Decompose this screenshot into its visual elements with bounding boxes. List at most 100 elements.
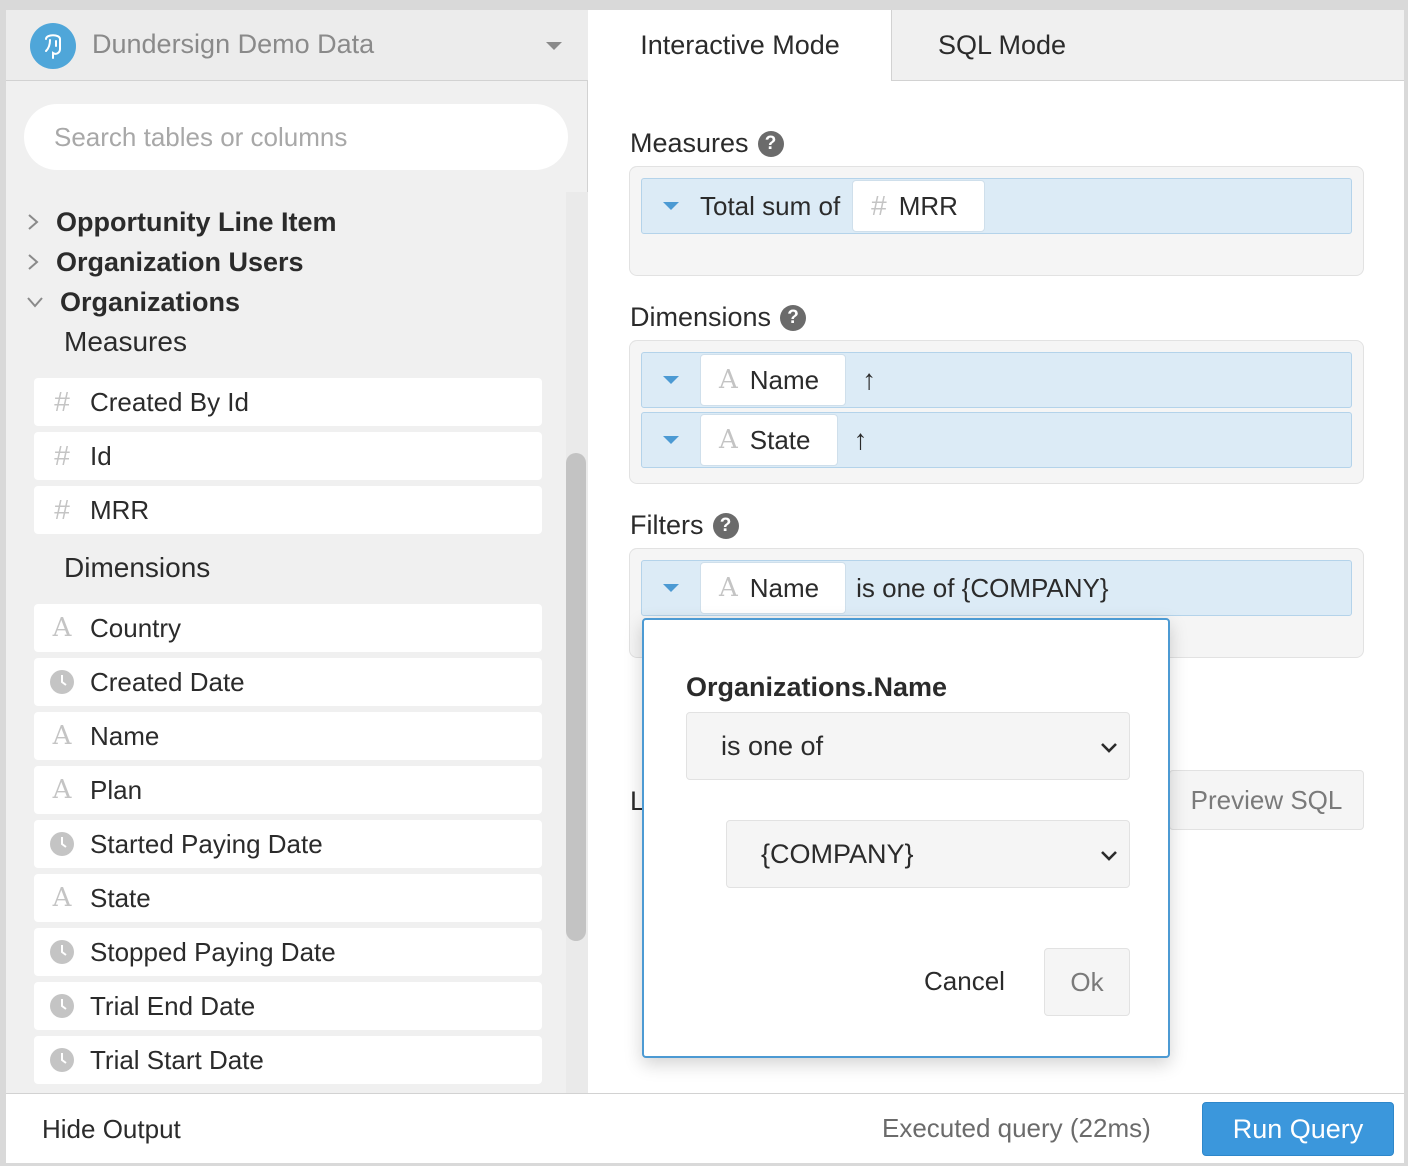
field-label: Created By Id <box>90 386 249 417</box>
text-icon: A <box>719 425 738 455</box>
help-icon[interactable]: ? <box>712 512 739 539</box>
measures-heading: Measures <box>64 326 187 357</box>
field-id[interactable]: # Id <box>34 432 542 480</box>
field-state[interactable]: A State <box>34 874 542 922</box>
tab-sql-mode[interactable]: SQL Mode <box>891 10 1404 81</box>
schema-tree: Opportunity Line Item Organization Users… <box>6 190 566 1093</box>
field-stopped-paying-date[interactable]: Stopped Paying Date <box>34 928 542 976</box>
help-icon[interactable]: ? <box>780 304 807 331</box>
datasource-select[interactable]: Dundersign Demo Data <box>6 10 588 81</box>
hash-icon: # <box>54 386 70 417</box>
text-icon: A <box>719 365 738 395</box>
chevron-down-icon <box>27 297 43 308</box>
filter-field-chip[interactable]: A Name <box>700 562 847 614</box>
field-trial-start-date[interactable]: Trial Start Date <box>34 1036 542 1084</box>
schema-sidebar: Dundersign Demo Data Opportunity Line It… <box>6 10 588 1093</box>
table-label: Organizations <box>60 286 241 317</box>
field-label: Id <box>90 440 112 471</box>
datasource-name: Dundersign Demo Data <box>92 29 375 59</box>
text-icon: A <box>52 883 72 913</box>
field-created-date[interactable]: Created Date <box>34 658 542 706</box>
text-icon: A <box>52 721 72 751</box>
pill-caret[interactable] <box>642 179 700 233</box>
sort-arrow-icon[interactable]: ↑ <box>862 364 876 396</box>
search-input[interactable] <box>24 104 568 170</box>
field-label: Trial Start Date <box>90 1044 264 1075</box>
dimension-field-label: Name <box>749 364 820 395</box>
cancel-button[interactable]: Cancel <box>924 966 1005 997</box>
dimension-field-chip[interactable]: A Name <box>700 354 847 406</box>
field-label: Country <box>90 612 182 643</box>
text-icon: A <box>52 775 72 805</box>
table-opportunity-line-item[interactable]: Opportunity Line Item <box>22 204 337 240</box>
field-country[interactable]: A Country <box>34 604 542 652</box>
text-icon: A <box>719 573 738 603</box>
tab-interactive-mode[interactable]: Interactive Mode <box>589 10 891 81</box>
field-plan[interactable]: A Plan <box>34 766 542 814</box>
popover-title: Organizations.Name <box>686 672 948 702</box>
field-label: Plan <box>90 774 143 805</box>
postgres-elephant-icon <box>30 23 76 69</box>
chevron-right-icon <box>28 214 39 230</box>
measure-field-chip[interactable]: # MRR <box>852 180 985 232</box>
field-name[interactable]: A Name <box>34 712 542 760</box>
field-label: Trial End Date <box>90 990 256 1021</box>
run-query-button[interactable]: Run Query <box>1202 1102 1394 1156</box>
pill-caret[interactable] <box>642 561 700 615</box>
operator-select[interactable]: is one of <box>686 712 1130 780</box>
table-label: Organization Users <box>56 246 304 277</box>
table-label: Opportunity Line Item <box>56 206 337 237</box>
measure-field-label: MRR <box>898 190 958 221</box>
dimensions-heading: Dimensions <box>64 552 211 583</box>
caret-down-icon <box>663 202 679 210</box>
measure-aggregation: Total sum of <box>700 190 841 221</box>
clock-icon <box>34 669 90 695</box>
filters-label: Filters ? <box>630 510 739 541</box>
filter-popover: Organizations.Name is one of {COMPANY} C… <box>642 618 1170 1058</box>
help-icon[interactable]: ? <box>757 130 784 157</box>
app-window: Dundersign Demo Data Opportunity Line It… <box>6 10 1404 1163</box>
value-value: {COMPANY} <box>761 838 914 869</box>
field-label: Created Date <box>90 666 245 697</box>
field-label: Name <box>90 720 160 751</box>
scrollbar-thumb[interactable] <box>566 453 586 941</box>
chevron-down-icon <box>1101 743 1117 753</box>
operator-value: is one of <box>721 730 824 761</box>
field-label: State <box>90 882 151 913</box>
hide-output-button[interactable]: Hide Output <box>42 1114 181 1145</box>
field-created-by-id[interactable]: # Created By Id <box>34 378 542 426</box>
field-mrr[interactable]: # MRR <box>34 486 542 534</box>
execution-status: Executed query (22ms) <box>882 1113 1151 1143</box>
pill-caret[interactable] <box>642 413 700 467</box>
bottom-bar: Hide Output Executed query (22ms) Run Qu… <box>6 1093 1404 1163</box>
field-label: Started Paying Date <box>90 828 323 859</box>
clock-icon <box>34 993 90 1019</box>
preview-sql-button[interactable]: Preview SQL <box>1169 770 1364 830</box>
field-trial-end-date[interactable]: Trial End Date <box>34 982 542 1030</box>
caret-down-icon <box>546 42 562 50</box>
value-select[interactable]: {COMPANY} <box>726 820 1130 888</box>
ok-button[interactable]: Ok <box>1044 948 1130 1016</box>
chevron-right-icon <box>28 254 39 270</box>
caret-down-icon <box>663 584 679 592</box>
dimensions-label-text: Dimensions <box>630 302 772 332</box>
table-organizations[interactable]: Organizations <box>22 284 240 320</box>
filters-label-text: Filters <box>630 510 704 540</box>
dimension-field-chip[interactable]: A State <box>700 414 838 466</box>
dimension-pill[interactable]: A Name ↑ <box>641 352 1352 408</box>
sort-arrow-icon[interactable]: ↑ <box>854 424 868 456</box>
hash-icon: # <box>54 494 70 525</box>
dimension-pill[interactable]: A State ↑ <box>641 412 1352 468</box>
measure-pill[interactable]: Total sum of # MRR <box>641 178 1352 234</box>
field-started-paying-date[interactable]: Started Paying Date <box>34 820 542 868</box>
mode-tabs: Interactive Mode SQL Mode <box>589 10 1404 81</box>
dimensions-label: Dimensions ? <box>630 302 807 333</box>
field-label: MRR <box>90 494 150 525</box>
filter-condition: is one of {COMPANY} <box>856 572 1109 603</box>
hash-icon: # <box>871 190 887 221</box>
filter-pill[interactable]: A Name is one of {COMPANY} <box>641 560 1352 616</box>
measures-label: Measures ? <box>630 128 784 159</box>
table-organization-users[interactable]: Organization Users <box>22 244 304 280</box>
caret-down-icon <box>663 376 679 384</box>
pill-caret[interactable] <box>642 353 700 407</box>
